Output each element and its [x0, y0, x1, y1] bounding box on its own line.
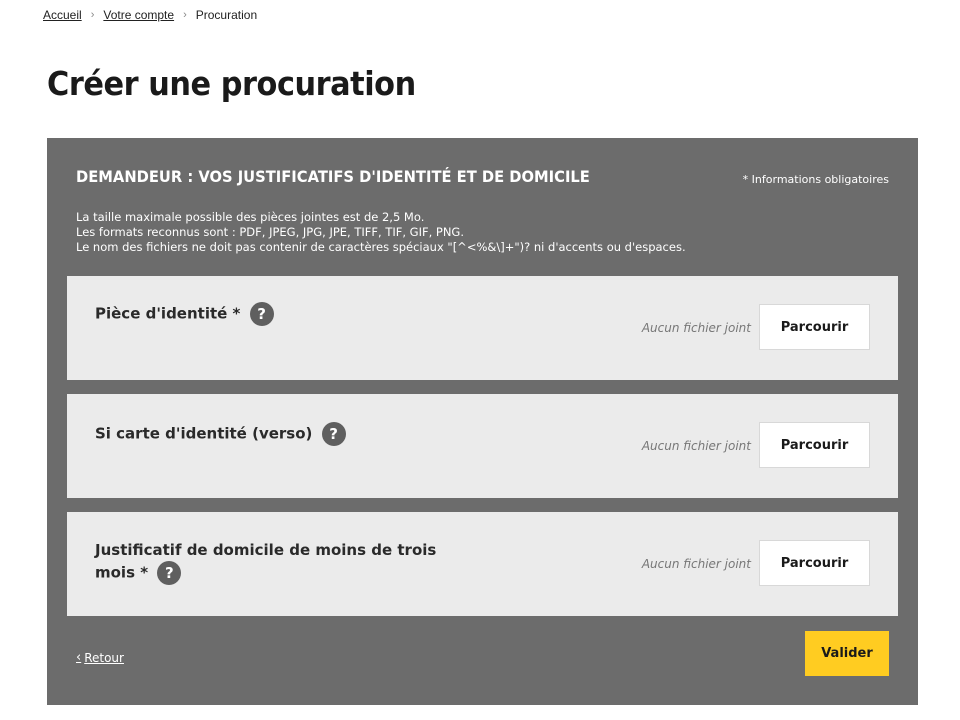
- chevron-right-icon: ›: [183, 9, 187, 21]
- upload-label-text: Pièce d'identité *: [95, 304, 241, 323]
- chevron-right-icon: ›: [90, 9, 95, 21]
- help-icon[interactable]: ?: [157, 561, 182, 585]
- help-icon[interactable]: ?: [321, 422, 346, 446]
- breadcrumb-current: Procuration: [195, 8, 258, 22]
- page-title: Créer une procuration: [47, 64, 416, 103]
- chevron-left-icon: ‹: [76, 650, 82, 665]
- file-status: Aucun fichier joint: [641, 321, 751, 335]
- upload-card-identity: Pièce d'identité * ? Aucun fichier joint…: [67, 276, 898, 380]
- info-line-size: La taille maximale possible des pièces j…: [76, 210, 425, 224]
- file-status: Aucun fichier joint: [641, 557, 751, 571]
- upload-label-text: Si carte d'identité (verso): [95, 424, 313, 443]
- browse-button-identity-back[interactable]: Parcourir: [759, 422, 870, 468]
- identity-documents-panel: DEMANDEUR : VOS JUSTIFICATIFS D'IDENTITÉ…: [47, 138, 918, 705]
- upload-label-text: Justificatif de domicile de moins de tro…: [95, 541, 437, 582]
- required-fields-note: * Informations obligatoires: [742, 173, 889, 186]
- upload-card-residence: Justificatif de domicile de moins de tro…: [67, 512, 898, 616]
- upload-label-residence: Justificatif de domicile de moins de tro…: [95, 540, 475, 585]
- browse-button-identity[interactable]: Parcourir: [759, 304, 870, 350]
- back-link[interactable]: ‹ Retour: [76, 650, 124, 665]
- upload-info: La taille maximale possible des pièces j…: [76, 210, 686, 255]
- upload-label-identity: Pièce d'identité * ?: [95, 302, 475, 326]
- breadcrumb-link-home[interactable]: Accueil: [43, 8, 82, 22]
- breadcrumb: Accueil › Votre compte › Procuration: [43, 8, 257, 22]
- back-label: Retour: [84, 650, 124, 665]
- submit-button[interactable]: Valider: [805, 631, 889, 676]
- upload-label-identity-back: Si carte d'identité (verso) ?: [95, 422, 475, 446]
- file-status: Aucun fichier joint: [641, 439, 751, 453]
- help-icon[interactable]: ?: [249, 302, 274, 326]
- panel-title: DEMANDEUR : VOS JUSTIFICATIFS D'IDENTITÉ…: [76, 167, 590, 186]
- upload-card-identity-back: Si carte d'identité (verso) ? Aucun fich…: [67, 394, 898, 498]
- info-line-filenames: Le nom des fichiers ne doit pas contenir…: [76, 240, 686, 254]
- browse-button-residence[interactable]: Parcourir: [759, 540, 870, 586]
- info-line-formats: Les formats reconnus sont : PDF, JPEG, J…: [76, 225, 464, 239]
- breadcrumb-link-account[interactable]: Votre compte: [103, 8, 174, 22]
